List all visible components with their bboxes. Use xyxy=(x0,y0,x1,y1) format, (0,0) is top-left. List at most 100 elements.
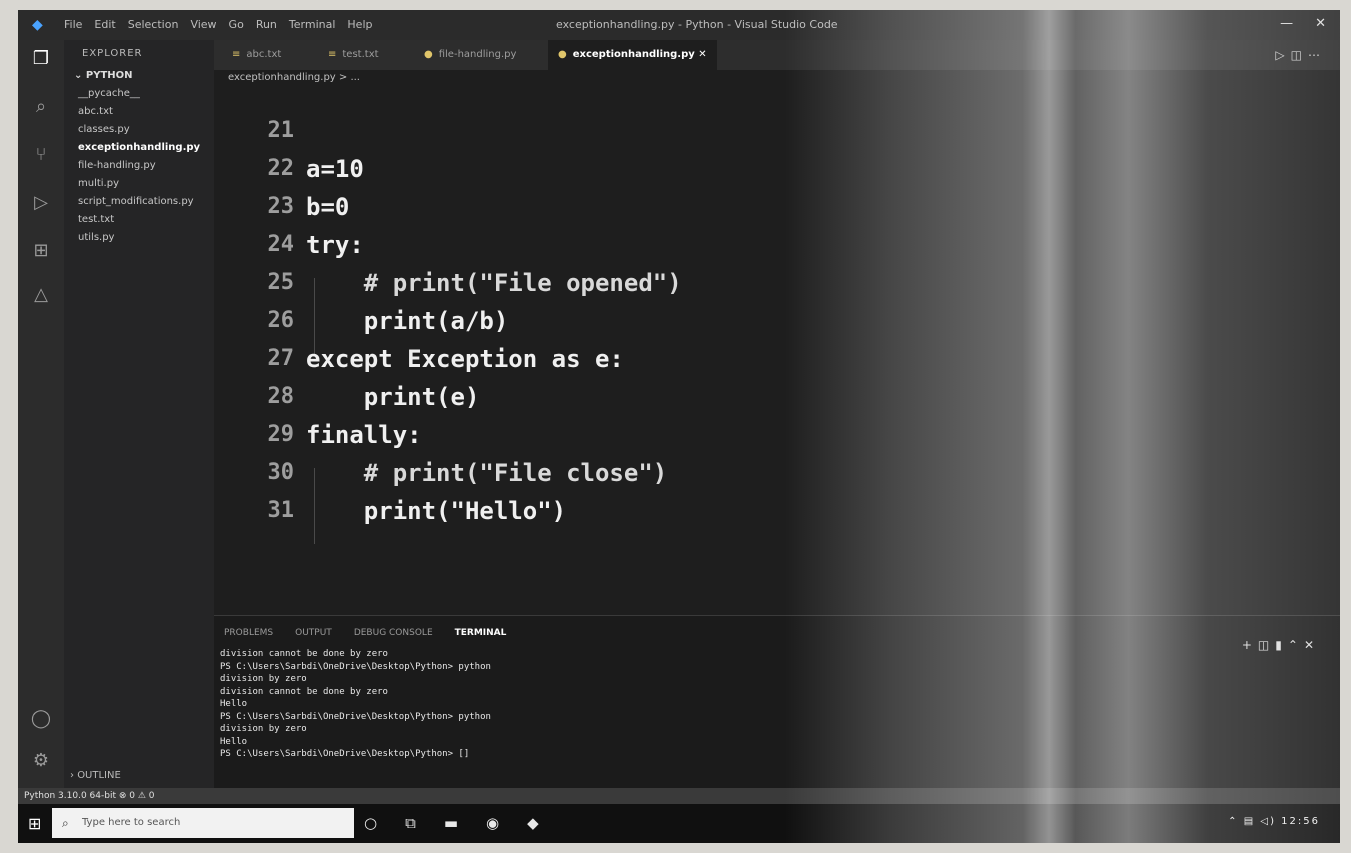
code-text: b=0 xyxy=(306,193,350,221)
taskbar-search[interactable]: ⌕ Type here to search xyxy=(52,808,354,838)
vscode-taskbar-icon[interactable]: ◆ xyxy=(527,814,539,832)
cortana-icon[interactable]: ○ xyxy=(364,814,377,832)
editor-tabs: ≡ abc.txt ≡ test.txt ● file-handling.py ● ex… xyxy=(214,40,1340,70)
tab-debug-console[interactable]: DEBUG CONSOLE xyxy=(354,628,433,638)
code-line: 28 print(e) xyxy=(214,378,1114,416)
tab-test-txt[interactable]: ≡ test.txt xyxy=(318,40,389,70)
more-actions-icon[interactable]: ⋯ xyxy=(1308,48,1326,62)
testing-icon[interactable]: △ xyxy=(30,284,52,306)
task-view-icon[interactable]: ⧉ xyxy=(405,814,416,832)
line-number: 27 xyxy=(267,346,295,371)
close-tab-icon[interactable]: ✕ xyxy=(698,49,706,60)
explorer-icon[interactable]: ❐ xyxy=(30,48,52,70)
code-comment: # print("File close") xyxy=(306,459,668,487)
tab-terminal[interactable]: TERMINAL xyxy=(455,628,507,638)
split-editor-icon[interactable]: ◫ xyxy=(1291,48,1308,62)
tab-label: exceptionhandling.py xyxy=(572,49,695,60)
code-line: 26 print(a/b) xyxy=(214,302,1114,340)
menu-run[interactable]: Run xyxy=(256,18,277,31)
code-line: 22 a=10 xyxy=(214,150,1114,188)
status-interpreter[interactable]: Python 3.10.0 64-bit ⊗ 0 ⚠ 0 xyxy=(24,788,155,804)
windows-start-icon[interactable]: ⊞ xyxy=(28,814,41,833)
vscode-logo-icon: ◆ xyxy=(32,17,43,33)
minimize-icon[interactable]: — xyxy=(1280,16,1293,31)
line-number: 30 xyxy=(267,460,295,485)
line-number: 28 xyxy=(267,384,295,409)
line-number: 25 xyxy=(267,270,295,295)
code-line: 23 b=0 xyxy=(214,188,1114,226)
line-number: 31 xyxy=(267,498,295,523)
chevron-up-icon[interactable]: ⌃ xyxy=(1288,638,1304,652)
python-file-icon: ● xyxy=(558,49,567,60)
account-icon[interactable]: ◯ xyxy=(30,708,52,730)
menu-view[interactable]: View xyxy=(190,18,216,31)
close-icon[interactable]: ✕ xyxy=(1304,638,1320,652)
code-line: 21 xyxy=(214,112,1114,150)
status-bar: Python 3.10.0 64-bit ⊗ 0 ⚠ 0 xyxy=(18,788,1340,804)
explorer-sidebar: EXPLORER ⌄ PYTHON __pycache__ abc.txt cl… xyxy=(64,40,214,788)
folder-python[interactable]: ⌄ PYTHON xyxy=(74,70,133,81)
window-controls: — ✕ xyxy=(1280,16,1326,31)
trash-icon[interactable]: ▮ xyxy=(1275,638,1288,652)
tab-abc-txt[interactable]: ≡ abc.txt xyxy=(222,40,291,70)
file-item-active[interactable]: exceptionhandling.py xyxy=(78,142,200,153)
chrome-icon[interactable]: ◉ xyxy=(486,814,499,832)
run-debug-icon[interactable]: ▷ xyxy=(30,192,52,214)
network-icon[interactable]: ▤ xyxy=(1244,816,1255,827)
taskbar-apps: ○ ⧉ ▬ ◉ ◆ xyxy=(364,814,539,832)
system-tray: ⌃ ▤ ◁) 12:56 xyxy=(1228,816,1320,827)
outline-label: OUTLINE xyxy=(77,770,121,781)
menu-file[interactable]: File xyxy=(64,18,82,31)
code-text: a=10 xyxy=(306,155,364,183)
tab-label: file-handling.py xyxy=(438,49,517,60)
code-text: print(e) xyxy=(306,383,480,411)
breadcrumb[interactable]: exceptionhandling.py > ... xyxy=(228,72,360,83)
volume-icon[interactable]: ◁) xyxy=(1260,816,1276,827)
file-item[interactable]: abc.txt xyxy=(78,106,113,117)
code-text: print(a/b) xyxy=(306,307,509,335)
new-terminal-icon[interactable]: + xyxy=(1242,638,1258,652)
code-comment: # print("File opened") xyxy=(306,269,682,297)
code-line: 29 finally: xyxy=(214,416,1114,454)
settings-gear-icon[interactable]: ⚙ xyxy=(30,750,52,772)
menu-selection[interactable]: Selection xyxy=(128,18,179,31)
file-item[interactable]: __pycache__ xyxy=(78,88,140,99)
tab-problems[interactable]: PROBLEMS xyxy=(224,628,273,638)
tray-chevron-icon[interactable]: ⌃ xyxy=(1228,816,1238,827)
line-number: 26 xyxy=(267,308,295,333)
code-line: 25 # print("File opened") xyxy=(214,264,1114,302)
file-item[interactable]: classes.py xyxy=(78,124,130,135)
file-icon: ≡ xyxy=(328,49,337,60)
menu-help[interactable]: Help xyxy=(347,18,372,31)
tab-output[interactable]: OUTPUT xyxy=(295,628,332,638)
code-text: print("Hello") xyxy=(306,497,567,525)
code-editor[interactable]: 21 22 a=10 23 b=0 24 try: 25 # print("File … xyxy=(214,90,1340,610)
close-icon[interactable]: ✕ xyxy=(1315,16,1326,31)
extensions-icon[interactable]: ⊞ xyxy=(30,240,52,262)
editor-actions: ▷◫⋯ xyxy=(1275,48,1326,62)
explorer-header: EXPLORER xyxy=(82,48,143,59)
menu-go[interactable]: Go xyxy=(229,18,244,31)
file-item[interactable]: utils.py xyxy=(78,232,114,243)
line-number: 22 xyxy=(267,156,295,181)
file-item[interactable]: multi.py xyxy=(78,178,119,189)
terminal-output[interactable]: division cannot be done by zero PS C:\Us… xyxy=(220,648,491,761)
outline-section[interactable]: › OUTLINE xyxy=(70,770,121,781)
line-number: 23 xyxy=(267,194,295,219)
menu-bar: File Edit Selection View Go Run Terminal… xyxy=(64,18,372,31)
menu-edit[interactable]: Edit xyxy=(94,18,115,31)
clock[interactable]: 12:56 xyxy=(1281,816,1320,827)
file-item[interactable]: test.txt xyxy=(78,214,114,225)
tab-file-handling[interactable]: ● file-handling.py xyxy=(414,40,526,70)
run-file-icon[interactable]: ▷ xyxy=(1275,48,1290,62)
search-icon[interactable]: ⌕ xyxy=(30,96,52,118)
source-control-icon[interactable]: ⑂ xyxy=(30,144,52,166)
split-terminal-icon[interactable]: ◫ xyxy=(1258,638,1275,652)
tab-exceptionhandling[interactable]: ● exceptionhandling.py ✕ xyxy=(548,40,717,70)
file-item[interactable]: script_modifications.py xyxy=(78,196,194,207)
menu-terminal[interactable]: Terminal xyxy=(289,18,336,31)
window-title: exceptionhandling.py - Python - Visual S… xyxy=(556,18,838,31)
file-item[interactable]: file-handling.py xyxy=(78,160,156,171)
file-explorer-icon[interactable]: ▬ xyxy=(444,814,458,832)
code-text: finally: xyxy=(306,421,422,449)
